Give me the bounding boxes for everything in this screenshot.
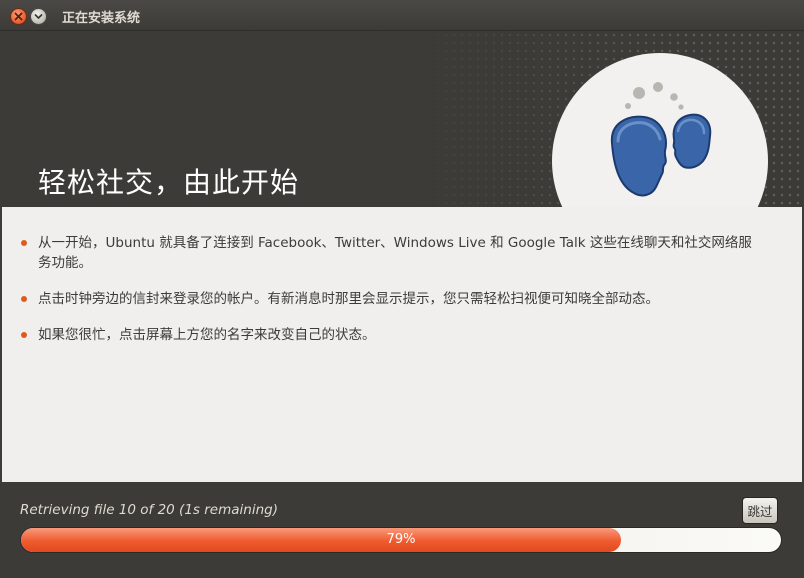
- feature-list: 从一开始，Ubuntu 就具备了连接到 Facebook、Twitter、Win…: [2, 207, 802, 345]
- installer-window: 正在安装系统 轻松社交，由此开始 从一开始，Ubuntu 就具备了连接到 Fac…: [0, 0, 804, 578]
- social-heads-illustration: [552, 53, 768, 207]
- slide-content: 从一开始，Ubuntu 就具备了连接到 Facebook、Twitter、Win…: [2, 207, 802, 482]
- slide-banner: 轻松社交，由此开始: [2, 31, 802, 207]
- minimize-button[interactable]: [30, 8, 47, 25]
- list-item-text: 从一开始，Ubuntu 就具备了连接到 Facebook、Twitter、Win…: [38, 235, 752, 271]
- close-icon: [14, 12, 23, 21]
- title-bar[interactable]: 正在安装系统: [0, 0, 804, 31]
- bullet-icon: [21, 332, 27, 338]
- chevron-down-icon: [34, 14, 43, 19]
- list-item-text: 点击时钟旁边的信封来登录您的帐户。有新消息时那里会显示提示，您只需轻松扫视便可知…: [38, 291, 659, 307]
- list-item: 从一开始，Ubuntu 就具备了连接到 Facebook、Twitter、Win…: [21, 233, 762, 273]
- list-item-text: 如果您很忙，点击屏幕上方您的名字来改变自己的状态。: [38, 327, 376, 343]
- status-text: Retrieving file 10 of 20 (1s remaining): [20, 502, 278, 518]
- list-item: 点击时钟旁边的信封来登录您的帐户。有新消息时那里会显示提示，您只需轻松扫视便可知…: [21, 289, 762, 309]
- close-button[interactable]: [10, 8, 27, 25]
- social-heads-icon: [610, 82, 712, 197]
- progress-bar: 79%: [20, 527, 782, 553]
- list-item: 如果您很忙，点击屏幕上方您的名字来改变自己的状态。: [21, 325, 762, 345]
- bullet-icon: [21, 240, 27, 246]
- slide-title: 轻松社交，由此开始: [38, 166, 300, 199]
- window-title: 正在安装系统: [62, 11, 141, 26]
- progress-label: 79%: [386, 532, 416, 547]
- bullet-icon: [21, 296, 27, 302]
- skip-button[interactable]: 跳过: [742, 497, 778, 524]
- progress-footer: Retrieving file 10 of 20 (1s remaining) …: [2, 482, 802, 576]
